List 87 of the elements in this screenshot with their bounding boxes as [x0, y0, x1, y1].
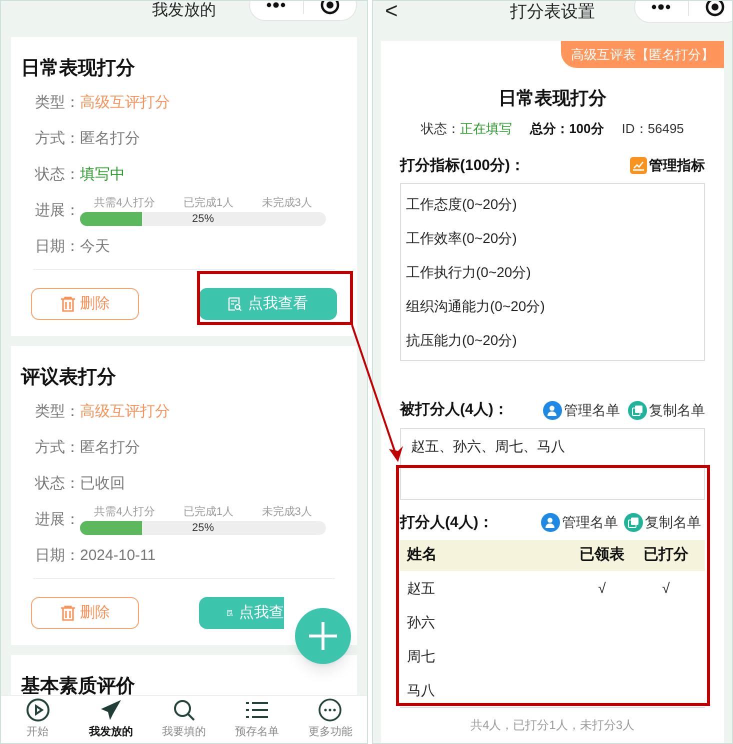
tab-item[interactable]: 预存名单: [220, 696, 294, 743]
progress-note: 未完成3人: [262, 505, 312, 519]
delete-button[interactable]: 删除: [31, 597, 139, 629]
criteria-item: 组织沟通能力(0~20分): [406, 297, 546, 316]
copy-icon: [628, 400, 647, 420]
view-button[interactable]: 点我查看: [199, 288, 337, 320]
progress-note: 共需4人打分: [94, 505, 156, 519]
progress-reading: 25%: [192, 521, 214, 535]
back-button[interactable]: <: [385, 1, 398, 25]
card-title: 评议表打分: [21, 366, 117, 390]
id-text: ID：56495: [622, 120, 684, 138]
document-search-icon: [228, 297, 242, 311]
criteria-item: 工作执行力(0~20分): [406, 263, 532, 282]
copy-list-button[interactable]: 复制名单: [624, 512, 701, 534]
table-cell-text: 赵五: [407, 578, 436, 598]
field-label: 进展：: [35, 510, 80, 530]
form-title: 日常表现打分: [498, 87, 608, 110]
progress-note: 已完成1人: [183, 505, 234, 519]
tab-item[interactable]: 我要填的: [147, 696, 221, 743]
field-value: 今天: [80, 236, 110, 257]
search-icon: [172, 698, 196, 722]
progress-note: 未完成3人: [262, 196, 312, 210]
field-value: 填写中: [80, 164, 125, 185]
more-icon: [266, 2, 286, 8]
tab-item[interactable]: 开始: [1, 696, 74, 743]
close-target-icon: [704, 1, 725, 17]
copy-list-button[interactable]: 复制名单: [628, 400, 705, 421]
column-header: 姓名: [407, 545, 438, 566]
progress-reading: 25%: [192, 212, 214, 226]
field-label: 进展：: [35, 200, 80, 221]
page-title: 打分表设置: [510, 1, 595, 23]
card-title: 基本素质评价: [21, 675, 136, 699]
summary-text: 共4人，已打分1人，未打分3人: [469, 717, 636, 734]
column-header: 已领表: [580, 545, 624, 566]
field-value: 2024-10-11: [80, 546, 156, 566]
table-cell-text: 孙六: [407, 612, 436, 632]
table-cell-text: 周七: [407, 646, 436, 666]
criteria-item: 工作态度(0~20分): [406, 195, 518, 214]
section-heading: 打分人(4人)：: [400, 512, 494, 532]
progress-note: 已完成1人: [183, 196, 234, 210]
field-label: 方式：: [35, 128, 80, 149]
field-value: 高级互评打分: [80, 92, 170, 113]
page-title: 我发放的: [152, 1, 216, 21]
field-label: 日期：: [35, 236, 80, 257]
table-cell-text: 马八: [407, 680, 436, 700]
field-value: 已收回: [80, 474, 125, 494]
field-label: 类型：: [35, 402, 80, 422]
check-mark: √: [662, 580, 670, 596]
field-value: 匿名打分: [80, 438, 140, 458]
paper-plane-icon: [98, 698, 123, 722]
field-value: 高级互评打分: [80, 402, 170, 422]
play-icon: [26, 698, 50, 722]
section-heading: 打分指标(100分)：: [400, 156, 526, 176]
copy-icon: [624, 513, 643, 532]
manage-list-button[interactable]: 管理名单: [541, 512, 618, 534]
field-label: 方式：: [35, 438, 80, 458]
progress-note: 共需4人打分: [94, 196, 156, 210]
type-tag: 高级互评表【匿名打分】: [561, 41, 724, 68]
field-label: 状态：: [35, 474, 80, 494]
tab-item[interactable]: 我发放的: [74, 696, 148, 743]
section-heading: 被打分人(4人)：: [400, 400, 508, 420]
manage-criteria-button[interactable]: 管理指标: [630, 155, 705, 176]
field-label: 类型：: [35, 92, 80, 113]
field-value: 匿名打分: [80, 128, 140, 149]
ratee-names: 赵五、孙六、周七、马八: [400, 428, 705, 500]
trash-icon: [60, 296, 76, 312]
plus-icon: [308, 621, 338, 651]
person-icon: [541, 513, 560, 532]
delete-button[interactable]: 删除: [31, 288, 139, 320]
card-title: 日常表现打分: [21, 57, 136, 81]
check-mark: √: [598, 580, 606, 596]
column-header: 已打分: [644, 545, 688, 566]
view-button[interactable]: 点我查: [199, 597, 284, 629]
field-label: 日期：: [35, 546, 80, 566]
criteria-item: 工作效率(0~20分): [406, 229, 518, 248]
more-options-icon: [318, 698, 342, 722]
more-icon: [651, 4, 672, 10]
field-label: 状态：: [35, 164, 80, 185]
close-target-icon: [320, 1, 340, 15]
chart-icon: [630, 157, 647, 174]
status-text: 状态：正在填写: [421, 120, 512, 138]
tab-item[interactable]: 更多功能: [294, 696, 367, 743]
manage-list-button[interactable]: 管理名单: [543, 400, 620, 421]
total-score-text: 总分：100分: [530, 120, 604, 138]
trash-icon: [60, 605, 76, 621]
criteria-item: 抗压能力(0~20分): [406, 331, 518, 350]
person-icon: [543, 400, 562, 420]
